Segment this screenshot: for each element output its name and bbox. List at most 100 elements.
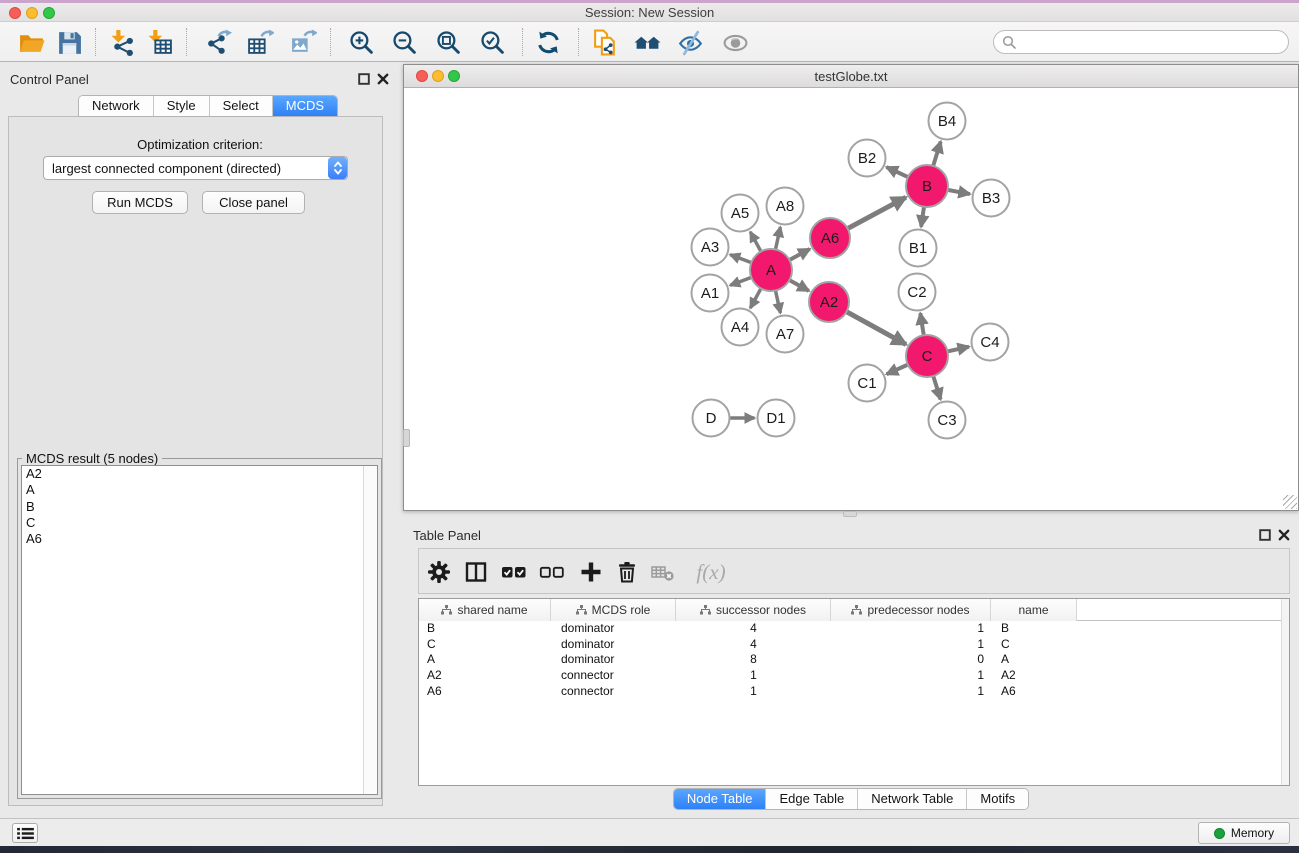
table-tabs: Node TableEdge TableNetwork TableMotifs: [673, 788, 1029, 810]
network-window-titlebar[interactable]: testGlobe.txt: [404, 65, 1298, 88]
graph-edge-A-A1[interactable]: [730, 277, 751, 285]
graph-edge-C-C2[interactable]: [920, 313, 923, 335]
tab-mcds[interactable]: MCDS: [272, 96, 337, 116]
network-canvas[interactable]: B4B2BB3A5A8A6B1A3AC2A1A2A4A7C4CC1C3DD1: [404, 88, 1298, 510]
memory-button[interactable]: Memory: [1198, 822, 1290, 844]
graph-edge-B-B4[interactable]: [933, 142, 941, 166]
task-history-button[interactable]: [12, 823, 38, 843]
graph-edge-A6-B[interactable]: [848, 197, 906, 228]
trash-icon: [615, 560, 639, 584]
splitter-grip[interactable]: [843, 511, 857, 517]
resize-grip[interactable]: [1283, 495, 1297, 509]
zoom-out-button[interactable]: [386, 26, 422, 58]
status-bar: Memory: [0, 818, 1299, 846]
hide-view-button[interactable]: [672, 26, 708, 58]
graph-edge-B-B3[interactable]: [948, 190, 970, 194]
result-scrollbar[interactable]: [363, 466, 377, 794]
graph-edge-C-C4[interactable]: [947, 347, 969, 352]
close-table-panel-icon[interactable]: [1278, 529, 1290, 541]
tab-style[interactable]: Style: [153, 96, 209, 116]
graph-node-label: A2: [820, 294, 838, 311]
result-item[interactable]: B: [22, 499, 377, 515]
close-panel-button[interactable]: Close panel: [202, 191, 305, 214]
table-row[interactable]: Adominator80A: [419, 652, 1281, 668]
criterion-dropdown[interactable]: largest connected component (directed): [43, 156, 348, 180]
table-row[interactable]: A2connector11A2: [419, 668, 1281, 684]
tab-edge-table[interactable]: Edge Table: [765, 789, 857, 809]
tab-network-table[interactable]: Network Table: [857, 789, 966, 809]
network-document-button[interactable]: [587, 26, 623, 58]
graph-edge-C-C1[interactable]: [887, 365, 908, 375]
search-input[interactable]: [1021, 34, 1280, 50]
cell-shared-name: A: [419, 652, 551, 668]
cell-successor-nodes: 4: [676, 621, 831, 637]
graph-edge-A-A3[interactable]: [730, 255, 751, 263]
deselect-all-button[interactable]: [539, 560, 565, 584]
result-item[interactable]: A2: [22, 466, 377, 482]
graph-edge-A-A2[interactable]: [789, 280, 808, 291]
tab-motifs[interactable]: Motifs: [966, 789, 1028, 809]
table-row[interactable]: A6connector11A6: [419, 684, 1281, 700]
refresh-button[interactable]: [530, 26, 566, 58]
import-network-button[interactable]: [103, 26, 139, 58]
cell-shared-name: A6: [419, 684, 551, 700]
table-scrollbar[interactable]: [1281, 599, 1289, 785]
home-button[interactable]: [629, 26, 665, 58]
result-item[interactable]: A: [22, 482, 377, 498]
import-table-button[interactable]: [141, 26, 177, 58]
graph-edge-B-B2[interactable]: [886, 167, 907, 177]
graph-node-label: A7: [776, 326, 794, 343]
zoom-in-button[interactable]: [343, 26, 379, 58]
graph-edge-A-A5[interactable]: [750, 232, 761, 252]
delete-table-button[interactable]: [650, 560, 676, 584]
graph-edge-A-A6[interactable]: [789, 249, 809, 260]
run-mcds-button[interactable]: Run MCDS: [92, 191, 188, 214]
show-view-button[interactable]: [717, 26, 753, 58]
tab-node-table[interactable]: Node Table: [674, 789, 766, 809]
graph-edge-A-A4[interactable]: [750, 288, 761, 308]
graph-edge-B-B1[interactable]: [921, 207, 924, 227]
table-row[interactable]: Bdominator41B: [419, 621, 1281, 637]
export-image-button[interactable]: [285, 26, 321, 58]
table-panel: Table Panel: [403, 518, 1299, 818]
mcds-result-box: A2ABCA6: [21, 465, 378, 795]
optimization-criterion-label: Optimization criterion:: [0, 137, 400, 152]
float-panel-icon[interactable]: [358, 73, 370, 85]
search-box[interactable]: [993, 30, 1289, 54]
result-item[interactable]: C: [22, 515, 377, 531]
delete-column-button[interactable]: [614, 560, 640, 584]
select-all-button[interactable]: [501, 560, 527, 584]
table-body: Bdominator41BCdominator41CAdominator80AA…: [419, 621, 1281, 785]
zoom-fit-button[interactable]: [430, 26, 466, 58]
cell-successor-nodes: 1: [676, 668, 831, 684]
column-header-mcds-role[interactable]: MCDS role: [551, 599, 676, 621]
function-builder-button[interactable]: f(x): [691, 560, 731, 584]
table-row[interactable]: Cdominator41C: [419, 637, 1281, 653]
column-header-name[interactable]: name: [991, 599, 1077, 621]
left-edge-grip[interactable]: [403, 429, 410, 447]
close-panel-icon[interactable]: [377, 73, 389, 85]
float-table-panel-icon[interactable]: [1259, 529, 1271, 541]
graph-edge-C-C3[interactable]: [933, 376, 940, 399]
tab-network[interactable]: Network: [79, 96, 153, 116]
save-session-button[interactable]: [51, 26, 87, 58]
save-icon: [56, 29, 83, 56]
open-session-button[interactable]: [13, 26, 49, 58]
tab-select[interactable]: Select: [209, 96, 272, 116]
export-network-button[interactable]: [200, 26, 236, 58]
graph-edge-A-A8[interactable]: [775, 227, 780, 249]
table-settings-button[interactable]: [426, 560, 452, 584]
graph-edge-A-A7[interactable]: [775, 291, 780, 313]
column-header-predecessor-nodes[interactable]: predecessor nodes: [831, 599, 991, 621]
graph-node-label: C: [922, 348, 933, 365]
column-header-shared-name[interactable]: shared name: [419, 599, 551, 621]
graph-edge-A2-C[interactable]: [847, 312, 906, 345]
add-column-button[interactable]: [578, 560, 604, 584]
column-header-successor-nodes[interactable]: successor nodes: [676, 599, 831, 621]
zoom-selected-button[interactable]: [474, 26, 510, 58]
toolbar-separator: [186, 28, 187, 56]
result-item[interactable]: A6: [22, 531, 377, 547]
open-folder-icon: [18, 29, 45, 56]
show-column-button[interactable]: [463, 560, 489, 584]
export-table-button[interactable]: [242, 26, 278, 58]
